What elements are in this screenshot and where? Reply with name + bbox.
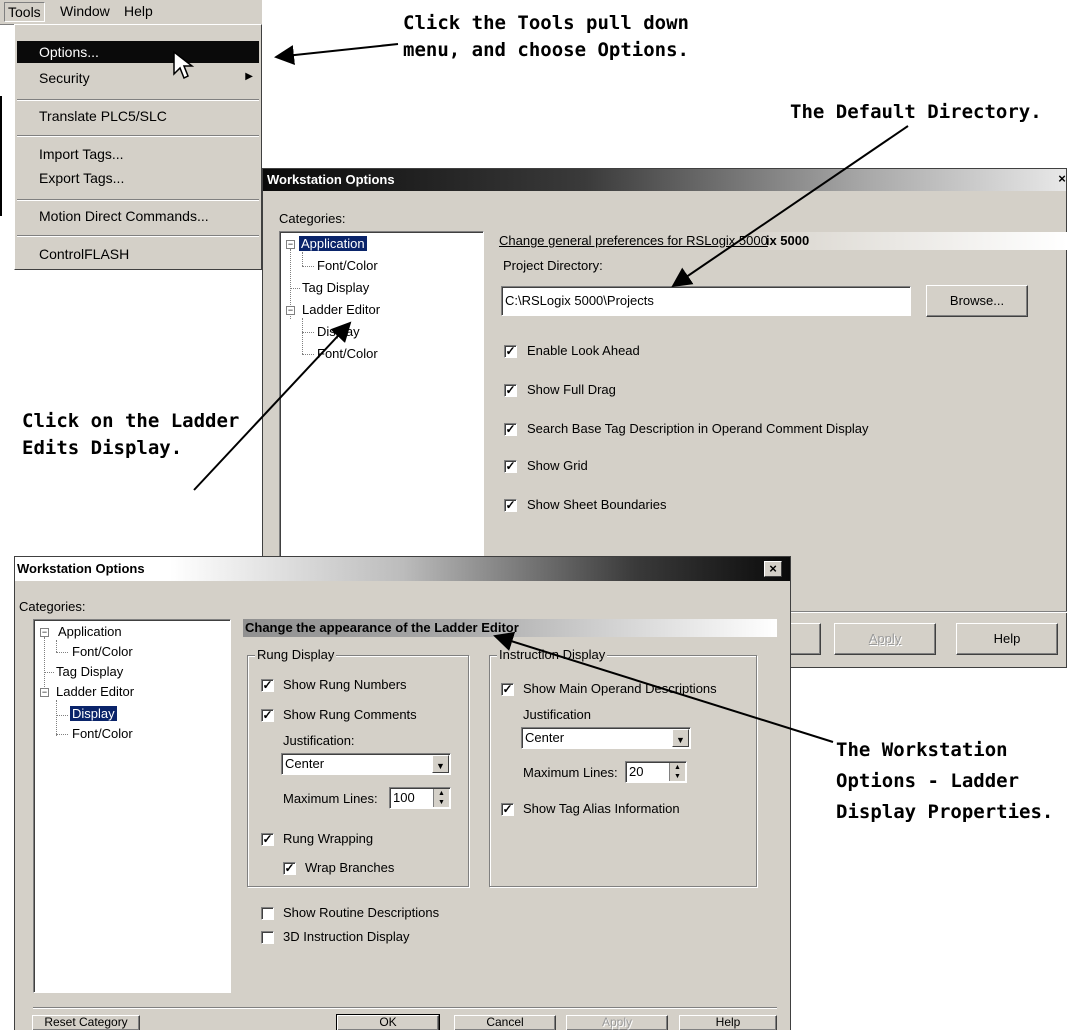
arrow-to-project-directory [671,125,909,288]
arrow-to-header [493,631,834,743]
arrow-to-options [274,43,399,66]
annotation-arrows [193,43,909,743]
arrow-to-display [193,321,352,491]
